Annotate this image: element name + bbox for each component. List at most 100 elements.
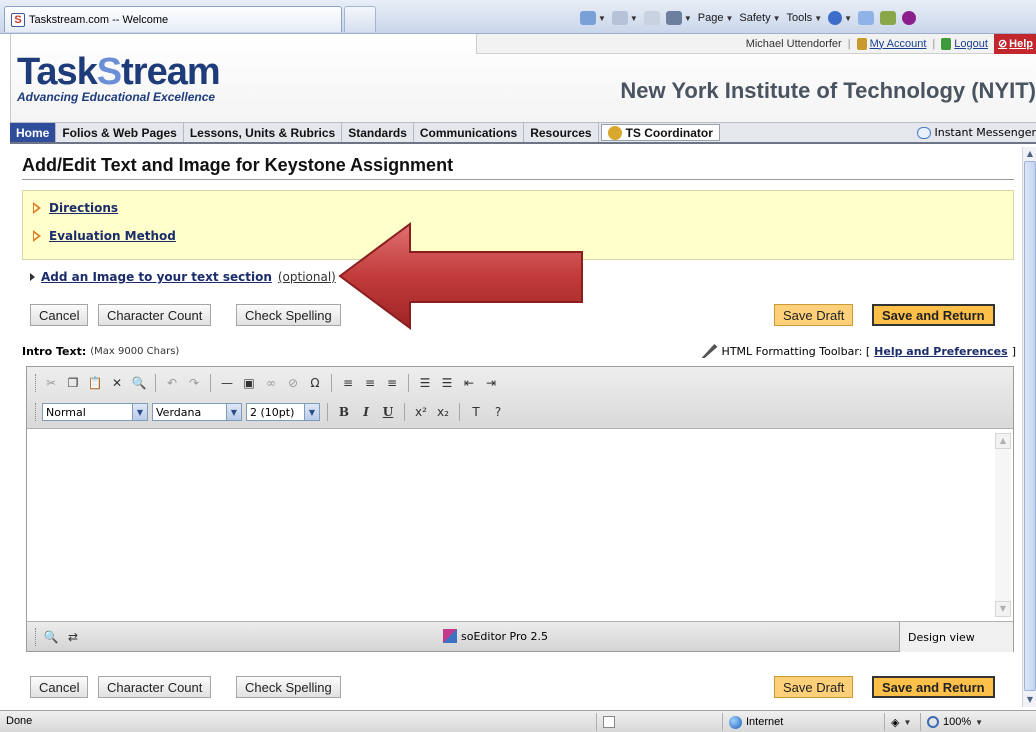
- cancel-button[interactable]: Cancel: [30, 304, 89, 326]
- nav-standards[interactable]: Standards: [342, 123, 414, 142]
- font-size-select[interactable]: 2 (10pt) ▼: [246, 403, 320, 421]
- copy-icon[interactable]: ❐: [64, 374, 82, 392]
- feeds-button[interactable]: ▼: [611, 11, 638, 25]
- nav-ts-coordinator[interactable]: TS Coordinator: [600, 124, 720, 141]
- insert-link-icon[interactable]: ∞: [262, 374, 280, 392]
- my-account-link[interactable]: My Account: [856, 37, 926, 50]
- delete-icon[interactable]: ✕: [108, 374, 126, 392]
- browser-tab[interactable]: S Taskstream.com -- Welcome: [4, 6, 342, 32]
- bold-icon[interactable]: B: [335, 403, 353, 421]
- align-center-icon[interactable]: ≡: [361, 374, 379, 392]
- safety-menu-label: Safety: [739, 12, 771, 24]
- help-label: Help: [1009, 37, 1033, 50]
- remove-link-icon[interactable]: ⊘: [284, 374, 302, 392]
- scroll-thumb[interactable]: [1024, 161, 1036, 691]
- help-circle-icon: ⊘: [997, 38, 1008, 50]
- print-button[interactable]: ▼: [665, 11, 692, 25]
- nav-communications[interactable]: Communications: [414, 123, 525, 142]
- toolbar-grip: [35, 374, 38, 392]
- align-right-icon[interactable]: ≡: [383, 374, 401, 392]
- source-icon[interactable]: ⇄: [64, 628, 82, 646]
- scroll-up-icon[interactable]: ▲: [995, 433, 1011, 449]
- safety-menu[interactable]: Safety ▼: [739, 12, 780, 24]
- protected-mode[interactable]: ◈ ▼: [884, 713, 918, 731]
- directions-link[interactable]: Directions: [33, 201, 118, 215]
- editor-brand-label: soEditor Pro 2.5: [461, 629, 548, 643]
- logout-link[interactable]: Logout: [941, 37, 988, 50]
- outdent-icon[interactable]: ⇤: [460, 374, 478, 392]
- zoom-control[interactable]: 100% ▼: [920, 713, 1036, 731]
- evaluation-method-link[interactable]: Evaluation Method: [33, 229, 176, 243]
- yahoo-button[interactable]: [902, 11, 917, 25]
- research-icon: [880, 11, 897, 25]
- formatting-toolbar-label: HTML Formatting Toolbar: [: [721, 344, 871, 358]
- expand-arrow-icon: [30, 273, 35, 281]
- mail-button[interactable]: [643, 11, 660, 25]
- nav-folios-web-pages[interactable]: Folios & Web Pages: [56, 123, 184, 142]
- save-draft-button[interactable]: Save Draft: [774, 304, 854, 326]
- evaluation-method-label: Evaluation Method: [49, 229, 176, 243]
- page-scrollbar[interactable]: ▲ ▼: [1022, 147, 1036, 707]
- numbered-list-icon[interactable]: ☰: [416, 374, 434, 392]
- cancel-button[interactable]: Cancel: [30, 676, 89, 698]
- new-tab-button[interactable]: [344, 6, 376, 32]
- command-bar: ▼ ▼ ▼ Page ▼ Safety ▼ Tools ▼ ▼: [580, 8, 917, 28]
- messenger-button[interactable]: [858, 11, 875, 25]
- home-button[interactable]: ▼: [580, 11, 606, 25]
- tools-menu[interactable]: Tools ▼: [787, 12, 823, 24]
- font-select[interactable]: Verdana ▼: [152, 403, 242, 421]
- help-and-preferences-link[interactable]: Help and Preferences: [874, 345, 1008, 358]
- page-menu[interactable]: Page ▼: [698, 12, 734, 24]
- indent-icon[interactable]: ⇥: [482, 374, 500, 392]
- nav-lessons-units-rubrics[interactable]: Lessons, Units & Rubrics: [184, 123, 343, 142]
- character-count-button[interactable]: Character Count: [98, 304, 212, 326]
- status-panel: [596, 713, 630, 731]
- nav-resources[interactable]: Resources: [524, 123, 599, 142]
- save-and-return-button[interactable]: Save and Return: [872, 304, 995, 326]
- save-and-return-button[interactable]: Save and Return: [872, 676, 995, 698]
- bulleted-list-icon[interactable]: ☰: [438, 374, 456, 392]
- magic-wand-icon: [701, 344, 718, 358]
- special-character-icon[interactable]: Ω: [306, 374, 324, 392]
- editor-brand: soEditor Pro 2.5: [443, 629, 548, 643]
- horizontal-rule-icon[interactable]: —: [218, 374, 236, 392]
- superscript-icon[interactable]: x²: [412, 403, 430, 421]
- redo-icon[interactable]: ↷: [185, 374, 203, 392]
- insert-image-icon[interactable]: ▣: [240, 374, 258, 392]
- cut-icon[interactable]: ✂: [42, 374, 60, 392]
- save-draft-button[interactable]: Save Draft: [774, 676, 854, 698]
- research-button[interactable]: [880, 11, 897, 25]
- tab-title: Taskstream.com -- Welcome: [29, 13, 169, 26]
- character-count-button[interactable]: Character Count: [98, 676, 212, 698]
- text-color-icon[interactable]: T: [467, 403, 485, 421]
- editor-text-area[interactable]: [27, 429, 1013, 621]
- paste-icon[interactable]: 📋: [86, 374, 104, 392]
- check-spelling-button[interactable]: Check Spelling: [236, 304, 341, 326]
- help-icon[interactable]: ?: [489, 403, 507, 421]
- italic-icon[interactable]: I: [357, 403, 375, 421]
- scroll-up-icon[interactable]: ▲: [1023, 147, 1036, 161]
- format-select[interactable]: Normal ▼: [42, 403, 148, 421]
- design-view-tab[interactable]: Design view: [899, 622, 1013, 652]
- add-image-link[interactable]: Add an Image to your text section (optio…: [30, 270, 336, 284]
- instant-messenger-link[interactable]: Instant Messenger: [917, 123, 1036, 142]
- help-link[interactable]: ⊘ Help: [993, 33, 1036, 54]
- yahoo-icon: [902, 11, 917, 25]
- find-icon[interactable]: 🔍: [130, 374, 148, 392]
- undo-icon[interactable]: ↶: [163, 374, 181, 392]
- scroll-down-icon[interactable]: ▼: [995, 601, 1011, 617]
- printer-icon: [665, 11, 682, 25]
- nav-home[interactable]: Home: [10, 123, 57, 142]
- underline-icon[interactable]: U: [379, 403, 397, 421]
- editor-scrollbar[interactable]: ▲ ▼: [995, 433, 1011, 617]
- check-spelling-button[interactable]: Check Spelling: [236, 676, 341, 698]
- page-icon: [603, 716, 615, 728]
- subscript-icon[interactable]: x₂: [434, 403, 452, 421]
- toolbar-separator: [331, 374, 332, 392]
- taskstream-logo[interactable]: TaskStream Advancing Educational Excelle…: [17, 52, 221, 104]
- main-nav: Home Folios & Web Pages Lessons, Units &…: [10, 122, 1036, 144]
- align-left-icon[interactable]: ≡: [339, 374, 357, 392]
- scroll-down-icon[interactable]: ▼: [1023, 693, 1036, 707]
- preview-icon[interactable]: 🔍: [42, 628, 60, 646]
- help-menu[interactable]: ▼: [828, 11, 852, 25]
